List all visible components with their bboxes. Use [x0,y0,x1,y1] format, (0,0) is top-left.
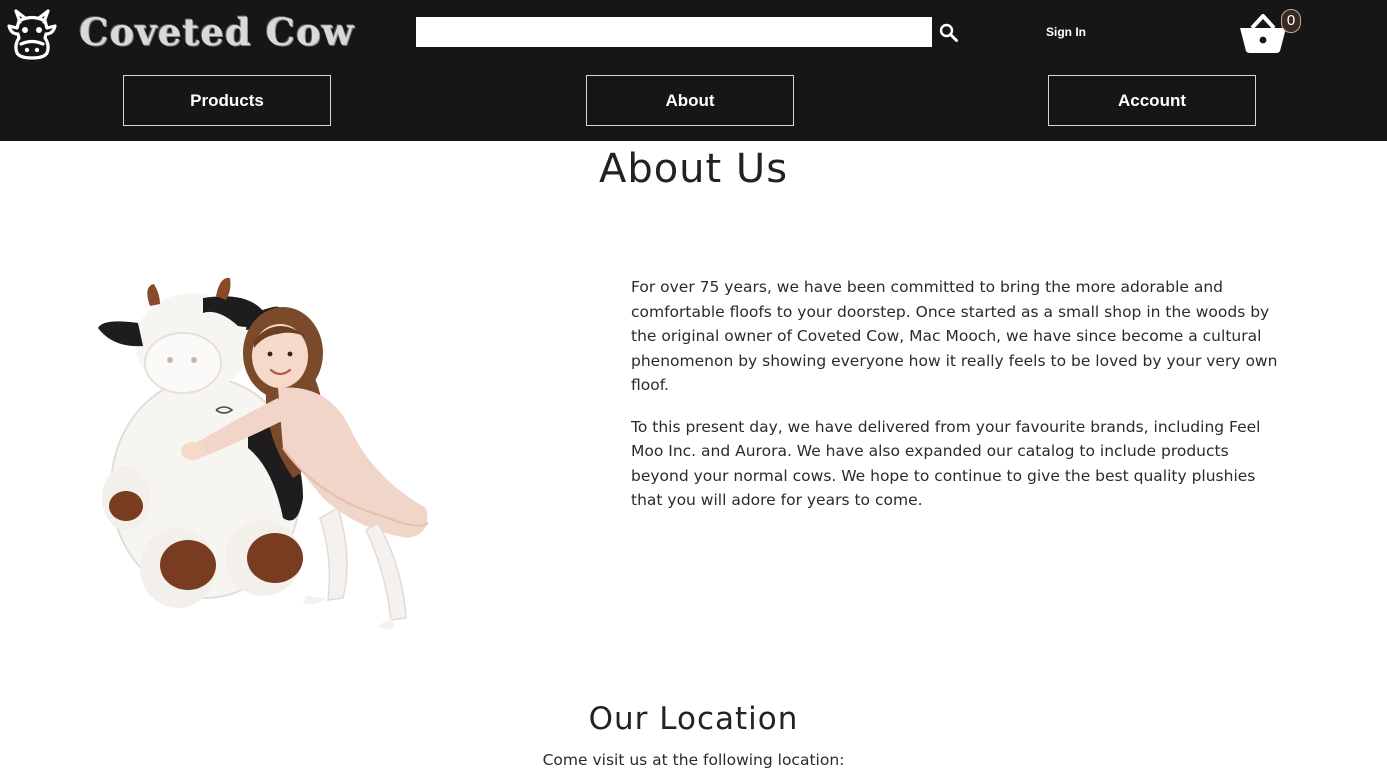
nav-about-button[interactable]: About [586,75,794,126]
cow-logo-icon[interactable] [6,8,58,60]
nav-account-button[interactable]: Account [1048,75,1256,126]
site-header: Coveted Cow Sign In 0 Products About Acc… [0,0,1387,141]
about-title: About Us [598,146,789,192]
about-paragraph: For over 75 years, we have been committe… [631,278,1278,394]
location-title: Our Location [588,701,799,737]
search-input[interactable] [416,17,932,47]
sign-in-link[interactable]: Sign In [1046,25,1086,39]
cow-plush-girl-image [98,277,429,630]
location-subtitle: Come visit us at the following location: [542,751,845,769]
cart-count-badge: 0 [1281,9,1301,33]
nav-products-button[interactable]: Products [123,75,331,126]
about-paragraph: To this present day, we have delivered f… [631,417,1261,510]
brand-name[interactable]: Coveted Cow [79,10,355,54]
search-icon[interactable] [938,22,960,44]
about-text-block: For over 75 years, we have been committe… [631,275,1291,530]
